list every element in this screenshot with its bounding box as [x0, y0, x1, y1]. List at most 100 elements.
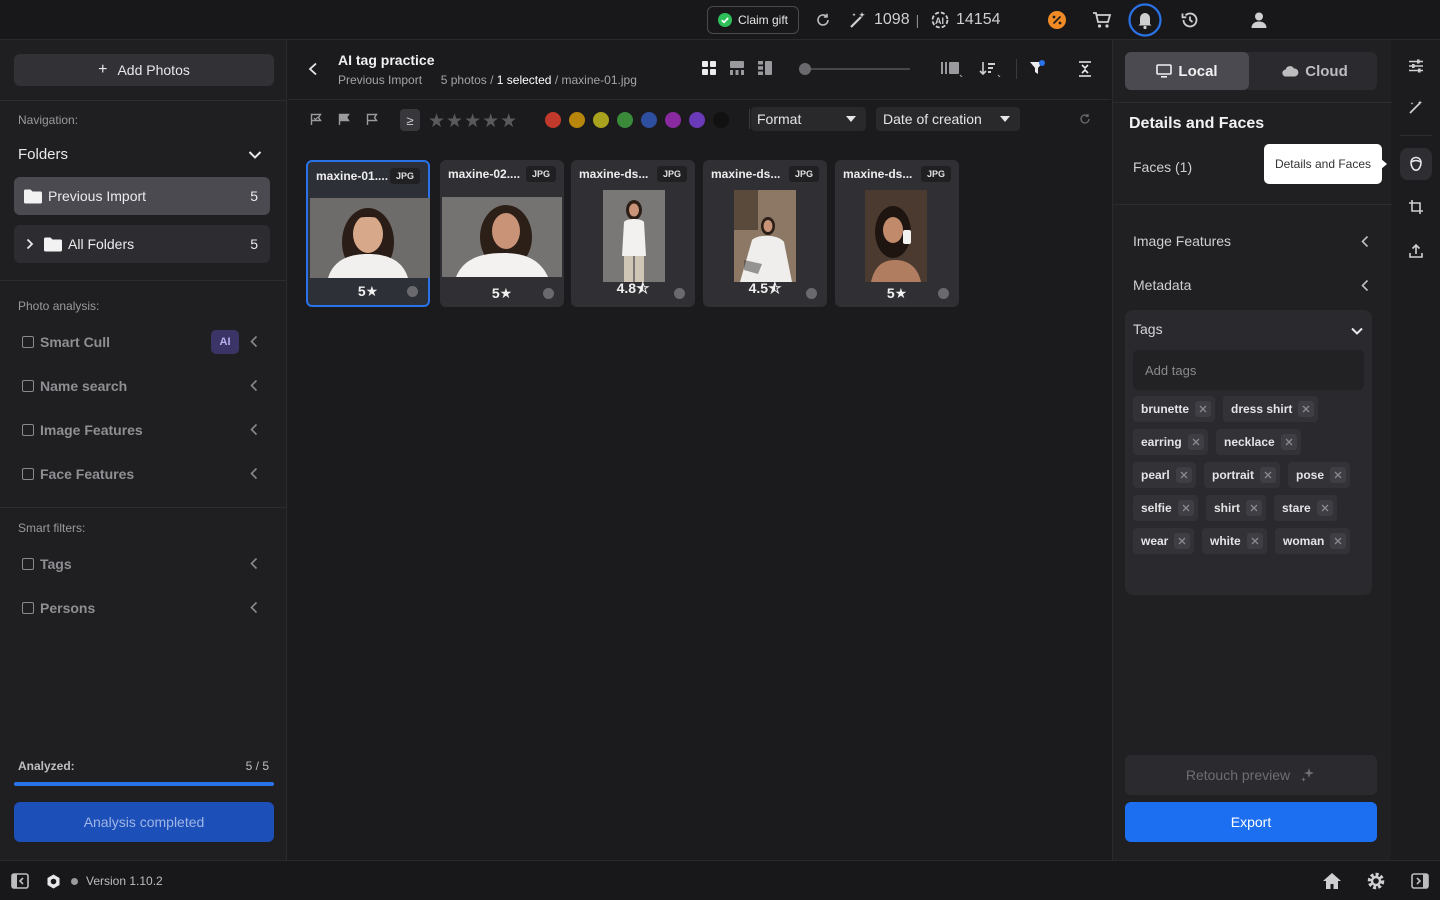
analysis-image-features[interactable]: Image Features: [22, 418, 268, 442]
flag-unflagged-icon[interactable]: [366, 113, 379, 126]
analysis-completed-button[interactable]: Analysis completed: [14, 802, 274, 842]
settings-gear-icon[interactable]: [1366, 871, 1386, 891]
color-label-dot[interactable]: [674, 288, 685, 299]
back-arrow-icon[interactable]: [308, 62, 318, 76]
color-label-dot[interactable]: [543, 288, 554, 299]
add-tags-input[interactable]: Add tags: [1133, 350, 1364, 390]
remove-tag-icon[interactable]: [1330, 467, 1347, 483]
color-label-filter[interactable]: [545, 112, 561, 128]
remove-tag-icon[interactable]: [1316, 500, 1333, 516]
color-label-dot[interactable]: [407, 286, 418, 297]
details-faces-button[interactable]: [1400, 148, 1432, 180]
remove-tag-icon[interactable]: [1298, 401, 1315, 417]
photo-thumbnail[interactable]: maxine-02.... JPG 5★: [440, 160, 564, 307]
remove-tag-icon[interactable]: [1280, 434, 1297, 450]
grid-view-icon[interactable]: [702, 61, 716, 75]
chevron-left-icon[interactable]: [250, 423, 258, 436]
checkbox[interactable]: [22, 468, 34, 480]
tags-label[interactable]: Tags: [1133, 321, 1163, 337]
photo-thumbnail[interactable]: maxine-ds... JPG 4.5⯪: [703, 160, 827, 307]
share-upload-icon[interactable]: [1409, 244, 1423, 258]
chevron-left-icon[interactable]: [250, 467, 258, 480]
sort-icon[interactable]: [979, 61, 1001, 77]
remove-tag-icon[interactable]: [1260, 467, 1276, 483]
notifications-button[interactable]: [1128, 0, 1162, 40]
history-button[interactable]: [1180, 0, 1200, 40]
chevron-left-icon[interactable]: [250, 335, 258, 348]
checkbox[interactable]: [22, 602, 34, 614]
cloud-tab[interactable]: Cloud: [1253, 52, 1377, 90]
chevron-left-icon[interactable]: [250, 601, 258, 614]
home-icon[interactable]: [1322, 872, 1342, 890]
date-dropdown[interactable]: Date of creation: [876, 107, 1020, 131]
remove-tag-icon[interactable]: [1177, 500, 1194, 516]
remove-tag-icon[interactable]: [1174, 533, 1191, 549]
filmstrip-view-icon[interactable]: [730, 61, 744, 75]
color-label-dot[interactable]: [938, 288, 949, 299]
flag-pick-icon[interactable]: [310, 113, 323, 126]
retouch-preview-button[interactable]: Retouch preview: [1125, 755, 1377, 795]
photo-thumbnail[interactable]: maxine-01.... JPG 5★: [306, 160, 430, 307]
zoom-slider[interactable]: [799, 63, 910, 75]
refresh-button[interactable]: [815, 0, 831, 40]
rating-operator-button[interactable]: ≥: [400, 109, 420, 131]
image-features-section[interactable]: Image Features: [1133, 233, 1377, 249]
breadcrumb-folder[interactable]: Previous Import: [338, 73, 422, 87]
analysis-face-features[interactable]: Face Features: [22, 462, 268, 486]
reset-filters-icon[interactable]: [1079, 113, 1091, 125]
filter-persons[interactable]: Persons: [22, 596, 268, 620]
remove-tag-icon[interactable]: [1175, 467, 1192, 483]
folders-toggle[interactable]: Folders: [18, 146, 268, 166]
analysis-name-search[interactable]: Name search: [22, 374, 268, 398]
collapse-left-panel-icon[interactable]: [11, 873, 29, 889]
remove-tag-icon[interactable]: [1195, 401, 1211, 417]
color-label-dot[interactable]: [806, 288, 817, 299]
flag-reject-icon[interactable]: [338, 113, 351, 126]
discount-button[interactable]: [1047, 0, 1067, 40]
analysis-smart-cull[interactable]: Smart Cull AI: [22, 330, 268, 354]
compare-view-icon[interactable]: [758, 61, 772, 75]
export-button[interactable]: Export: [1125, 802, 1377, 842]
color-label-filter[interactable]: [665, 112, 681, 128]
cart-button[interactable]: [1092, 0, 1112, 40]
folder-previous-import[interactable]: Previous Import 5: [14, 177, 270, 215]
color-label-filter[interactable]: [617, 112, 633, 128]
remove-tag-icon[interactable]: [1246, 533, 1263, 549]
folder-all-folders[interactable]: All Folders 5: [14, 225, 270, 263]
photo-thumbnail[interactable]: maxine-ds... JPG 4.8⯪: [571, 160, 695, 307]
local-tab[interactable]: Local: [1125, 52, 1249, 90]
collapse-icon[interactable]: [1078, 61, 1092, 77]
profile-button[interactable]: [1250, 0, 1268, 40]
color-label-filter[interactable]: [593, 112, 609, 128]
cloud-icon: [1282, 66, 1299, 77]
remove-tag-icon[interactable]: [1187, 434, 1204, 450]
stack-icon[interactable]: [941, 61, 963, 77]
star-icon: ★: [894, 285, 908, 301]
color-label-filter[interactable]: [569, 112, 585, 128]
zoom-slider-handle[interactable]: [799, 63, 811, 75]
photo-thumbnail[interactable]: maxine-ds... JPG 5★: [835, 160, 959, 307]
remove-tag-icon[interactable]: [1330, 533, 1347, 549]
add-photos-button[interactable]: + Add Photos: [14, 54, 274, 86]
checkbox[interactable]: [22, 558, 34, 570]
checkbox[interactable]: [22, 424, 34, 436]
checkbox[interactable]: [22, 336, 34, 348]
color-label-filter[interactable]: [713, 112, 729, 128]
filter-funnel-icon[interactable]: [1029, 60, 1045, 76]
magic-eraser-icon[interactable]: [1409, 100, 1423, 114]
adjustments-icon[interactable]: [1409, 59, 1423, 73]
chevron-left-icon[interactable]: [250, 557, 258, 570]
chevron-down-icon[interactable]: [1351, 327, 1363, 335]
color-label-filter[interactable]: [689, 112, 705, 128]
rating-stars-filter[interactable]: ★★★★★: [428, 110, 518, 133]
checkbox[interactable]: [22, 380, 34, 392]
chevron-left-icon[interactable]: [250, 379, 258, 392]
collapse-right-panel-icon[interactable]: [1411, 873, 1429, 889]
crop-icon[interactable]: [1409, 200, 1423, 214]
claim-gift-button[interactable]: Claim gift: [707, 6, 799, 34]
color-label-filter[interactable]: [641, 112, 657, 128]
filter-tags[interactable]: Tags: [22, 552, 268, 576]
format-dropdown[interactable]: Format: [751, 107, 866, 131]
metadata-section[interactable]: Metadata: [1133, 277, 1377, 293]
remove-tag-icon[interactable]: [1246, 500, 1263, 516]
